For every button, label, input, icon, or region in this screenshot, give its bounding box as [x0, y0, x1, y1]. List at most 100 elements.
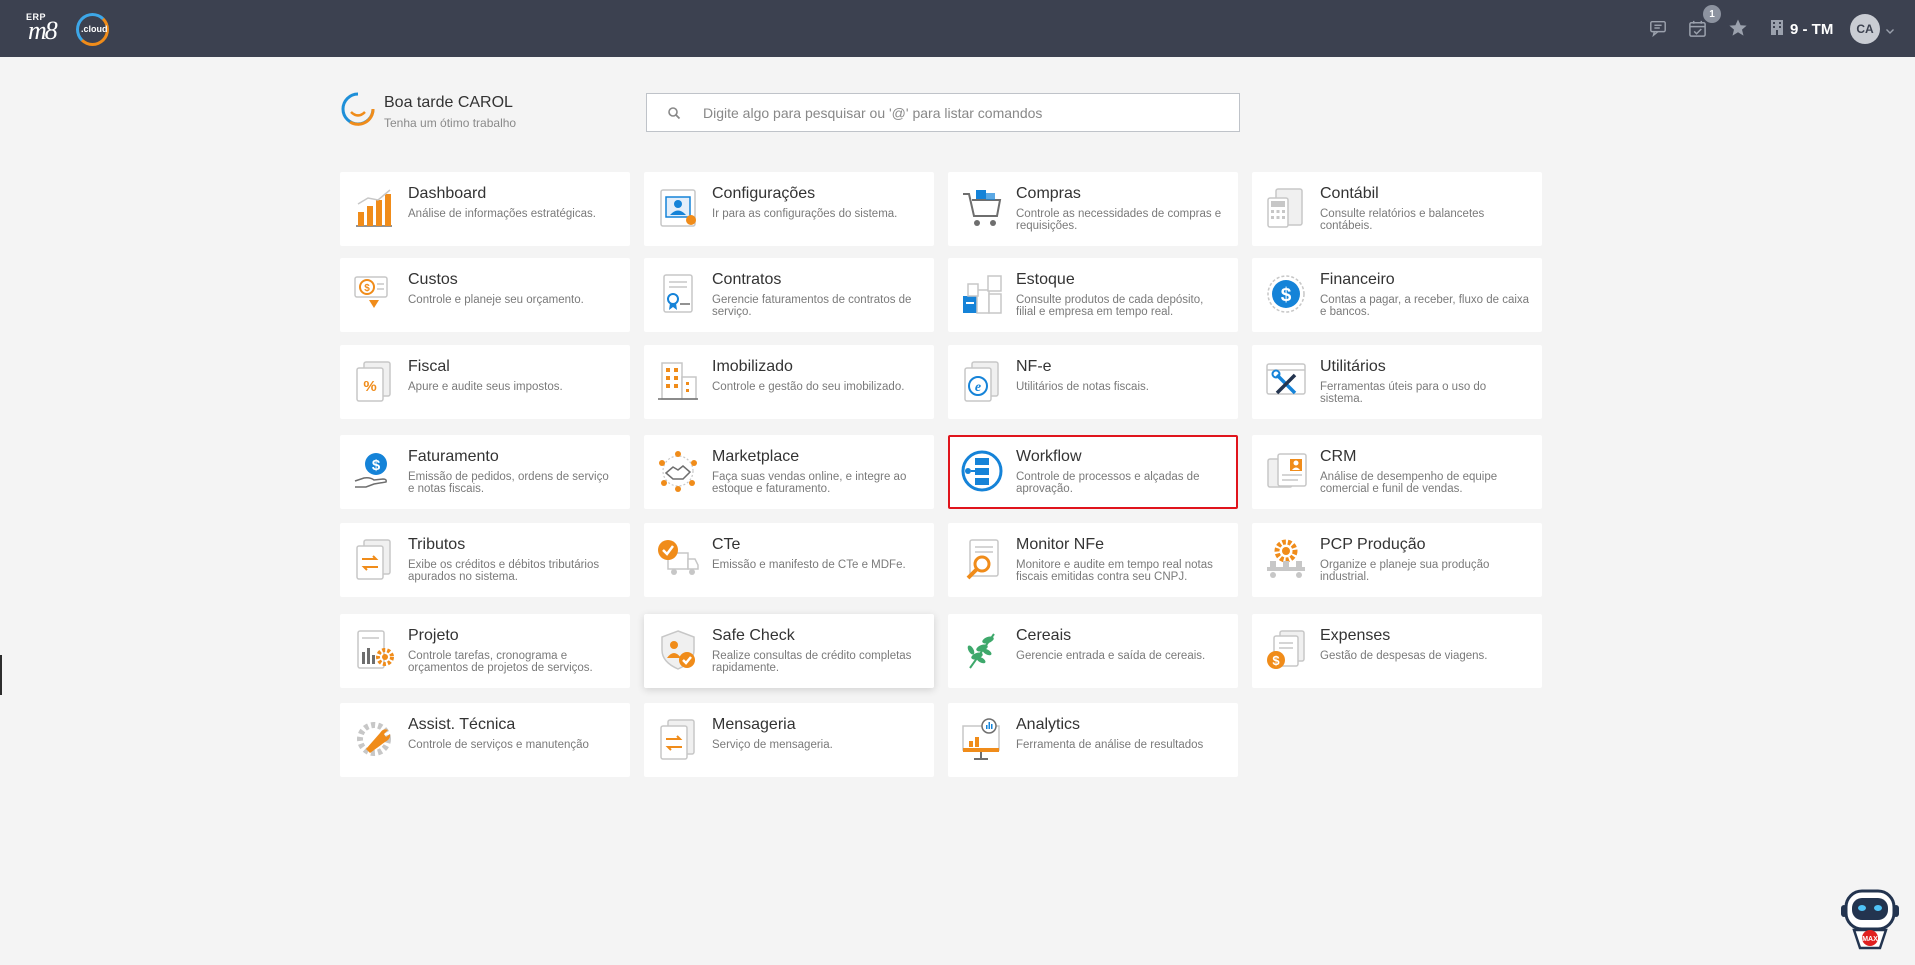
module-title: NF-e	[1016, 358, 1052, 375]
wheat-icon	[960, 628, 1004, 672]
search-input[interactable]	[703, 104, 1223, 121]
tax-transfer-icon	[352, 537, 396, 581]
boxes-icon	[960, 272, 1004, 316]
svg-text:$: $	[1272, 653, 1280, 668]
module-title: Utilitários	[1320, 358, 1386, 375]
module-card-monitor-nfe[interactable]: Monitor NFe Monitore e audite em tempo re…	[948, 523, 1238, 597]
module-title: Expenses	[1320, 627, 1391, 644]
module-description: Emissão de pedidos, ordens de serviço e …	[408, 471, 609, 495]
module-title: Mensageria	[712, 716, 796, 733]
module-title: Configurações	[712, 185, 816, 202]
module-card-contratos[interactable]: Contratos Gerencie faturamentos de contra…	[644, 258, 934, 332]
greeting-subtitle: Tenha um ótimo trabalho	[384, 116, 517, 130]
module-description: Organize e planeje sua produção industri…	[1320, 559, 1490, 583]
module-description: Controle e planeje seu orçamento.	[408, 294, 584, 306]
module-card-configuracoes[interactable]: Configurações Ir para as configurações do…	[644, 172, 934, 246]
svg-text:$: $	[364, 283, 370, 294]
shopping-cart-icon	[960, 186, 1004, 230]
cost-money-icon: $	[352, 272, 396, 316]
module-card-analytics[interactable]: Analytics Ferramenta de análise de result…	[948, 703, 1238, 777]
module-card-workflow[interactable]: Workflow Controle de processos e alçadas …	[948, 435, 1238, 509]
module-description: Análise de desempenho de equipe comercia…	[1320, 471, 1498, 495]
module-card-fiscal[interactable]: % Fiscal Apure e audite seus impostos.	[340, 345, 630, 419]
module-card-projeto[interactable]: Projeto Controle tarefas, cronograma e or…	[340, 614, 630, 688]
truck-check-icon	[656, 537, 700, 581]
module-title: Analytics	[1016, 716, 1081, 733]
document-search-icon	[960, 537, 1004, 581]
module-card-assist-tecnica[interactable]: Assist. Técnica Controle de serviços e ma…	[340, 703, 630, 777]
module-description: Ir para as configurações do sistema.	[712, 208, 898, 220]
module-description: Controle as necessidades de compras e re…	[1016, 208, 1222, 232]
module-description: Exibe os créditos e débitos tributários …	[408, 559, 600, 583]
module-card-marketplace[interactable]: Marketplace Faça suas vendas online, e in…	[644, 435, 934, 509]
project-gear-icon	[352, 628, 396, 672]
module-card-dashboard[interactable]: Dashboard Análise de informações estratég…	[340, 172, 630, 246]
module-title: Projeto	[408, 627, 459, 644]
module-description: Controle e gestão do seu imobilizado.	[712, 381, 905, 393]
module-description: Controle de serviços e manutenção	[408, 739, 589, 751]
module-description: Ferramentas úteis para o uso do sistema.	[1320, 381, 1487, 405]
module-card-contabil[interactable]: Contábil Consulte relatórios e balancetes…	[1252, 172, 1542, 246]
module-card-compras[interactable]: Compras Controle as necessidades de compr…	[948, 172, 1238, 246]
module-title: Compras	[1016, 185, 1081, 202]
chevron-down-icon[interactable]	[1885, 23, 1895, 34]
module-card-faturamento[interactable]: $ Faturamento Emissão de pedidos, ordens d…	[340, 435, 630, 509]
tools-icon	[1264, 359, 1308, 403]
analytics-screen-icon	[960, 717, 1004, 761]
module-card-pcp-producao[interactable]: PCP Produção Organize e planeje sua produ…	[1252, 523, 1542, 597]
module-title: Workflow	[1016, 448, 1082, 465]
module-card-mensageria[interactable]: Mensageria Serviço de mensageria.	[644, 703, 934, 777]
module-card-imobilizado[interactable]: Imobilizado Controle e gestão do seu imob…	[644, 345, 934, 419]
billing-hand-icon: $	[352, 449, 396, 493]
erp-logo[interactable]: ERP m8 .cloud	[24, 8, 124, 50]
star-icon[interactable]	[1727, 17, 1749, 39]
svg-text:e: e	[975, 380, 981, 395]
module-description: Ferramenta de análise de resultados	[1016, 739, 1204, 751]
percent-document-icon: %	[352, 359, 396, 403]
module-title: Contábil	[1320, 185, 1379, 202]
module-title: Safe Check	[712, 627, 795, 644]
module-card-custos[interactable]: $ Custos Controle e planeje seu orçamento.	[340, 258, 630, 332]
module-title: Contratos	[712, 271, 782, 288]
module-description: Realize consultas de crédito completas r…	[712, 650, 912, 674]
module-card-cereais[interactable]: Cereais Gerencie entrada e saída de cerea…	[948, 614, 1238, 688]
module-description: Controle tarefas, cronograma e orçamento…	[408, 650, 593, 674]
command-search-box[interactable]	[646, 93, 1240, 132]
max-assistant-robot-icon[interactable]: MAX	[1840, 888, 1900, 950]
dollar-coin-icon: $	[1264, 272, 1308, 316]
left-edge-marker	[0, 655, 2, 695]
search-icon	[667, 106, 681, 120]
module-card-tributos[interactable]: Tributos Exibe os créditos e débitos trib…	[340, 523, 630, 597]
user-avatar[interactable]: CA	[1850, 14, 1880, 44]
module-title: CTe	[712, 536, 741, 553]
module-description: Emissão e manifesto de CTe e MDFe.	[712, 559, 906, 571]
module-description: Gerencie entrada e saída de cereais.	[1016, 650, 1206, 662]
module-card-financeiro[interactable]: $ Financeiro Contas a pagar, a receber, fl…	[1252, 258, 1542, 332]
calculator-icon	[1264, 186, 1308, 230]
module-description: Gerencie faturamentos de contratos de se…	[712, 294, 912, 318]
module-card-cte[interactable]: CTe Emissão e manifesto de CTe e MDFe.	[644, 523, 934, 597]
module-card-estoque[interactable]: Estoque Consulte produtos de cada depósit…	[948, 258, 1238, 332]
module-card-expenses[interactable]: $ Expenses Gestão de despesas de viagens.	[1252, 614, 1542, 688]
greeting-logo-icon	[340, 91, 376, 127]
wrench-gear-icon	[352, 717, 396, 761]
module-title: Estoque	[1016, 271, 1075, 288]
workflow-icon	[960, 449, 1004, 493]
module-description: Análise de informações estratégicas.	[408, 208, 596, 220]
company-name: 9 - TM	[1790, 20, 1834, 38]
chat-icon[interactable]	[1647, 17, 1669, 39]
module-card-safe-check[interactable]: Safe Check Realize consultas de crédito c…	[644, 614, 934, 688]
building-icon	[1770, 19, 1784, 39]
module-description: Faça suas vendas online, e integre ao es…	[712, 471, 907, 495]
module-card-utilitarios[interactable]: Utilitários Ferramentas úteis para o uso …	[1252, 345, 1542, 419]
contract-icon	[656, 272, 700, 316]
module-card-crm[interactable]: CRM Análise de desempenho de equipe comer…	[1252, 435, 1542, 509]
crm-contacts-icon	[1264, 449, 1308, 493]
company-selector[interactable]: 9 - TM	[1770, 18, 1833, 40]
module-description: Gestão de despesas de viagens.	[1320, 650, 1488, 662]
module-title: Custos	[408, 271, 458, 288]
module-title: Imobilizado	[712, 358, 793, 375]
shield-check-icon	[656, 628, 700, 672]
logo-m8-text: m8	[28, 16, 58, 45]
module-card-nf-e[interactable]: e NF-e Utilitários de notas fiscais.	[948, 345, 1238, 419]
